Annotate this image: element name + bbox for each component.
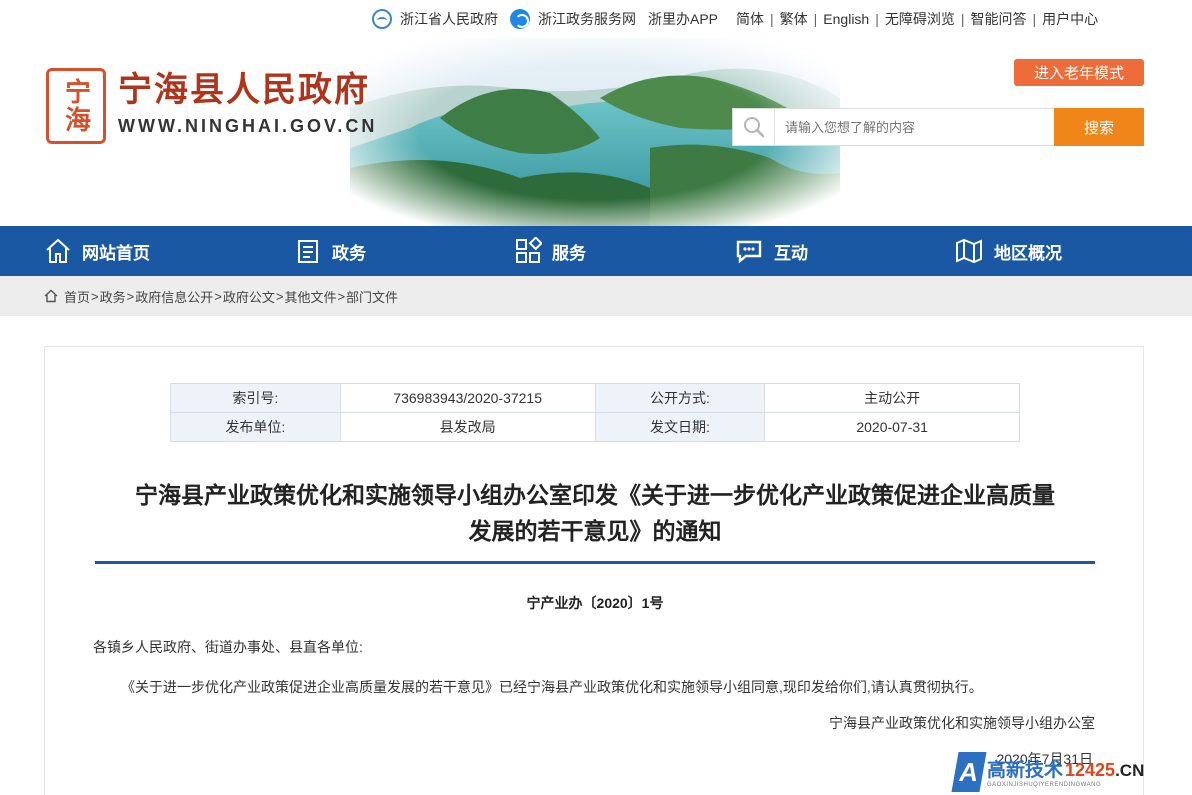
nav-item-label: 地区概况 — [994, 243, 1062, 263]
nav-item-label: 互动 — [774, 243, 808, 263]
meta-date-value: 2020-07-31 — [764, 412, 1020, 442]
breadcrumb-separator: > — [275, 288, 284, 304]
title-divider — [95, 561, 1095, 564]
watermark-logo: A 高新技术 12425 .CN GAOXINJISHUQIYERENDINGW… — [951, 748, 1192, 795]
accessible-browsing-link[interactable]: 无障碍浏览 — [885, 9, 955, 29]
home-icon — [44, 289, 58, 303]
nav-item-interaction[interactable]: 互动 — [734, 226, 808, 276]
simplified-chinese-link[interactable]: 简体 — [736, 9, 764, 29]
site-logo[interactable]: 宁海 宁海县人民政府 WWW.NINGHAI.GOV.CN — [46, 68, 377, 144]
separator: | — [770, 11, 774, 27]
nav-item-region[interactable]: 地区概况 — [954, 226, 1062, 276]
article-title: 宁海县产业政策优化和实施领导小组办公室印发《关于进一步优化产业政策促进企业高质量… — [85, 477, 1105, 549]
nav-item-government[interactable]: 政务 — [294, 226, 366, 276]
watermark-number: 12425 — [1065, 760, 1116, 780]
meta-index-label: 索引号: — [170, 383, 341, 413]
separator: | — [813, 11, 818, 27]
search-input[interactable] — [775, 119, 1035, 135]
meta-unit-label: 发布单位: — [170, 412, 341, 442]
nav-item-service[interactable]: 服务 — [514, 226, 586, 276]
breadcrumb: 首页 > 政务 > 政府信息公开 > 政府公文 > 其他文件 > 部门文件 — [44, 276, 398, 316]
zj-gov-link[interactable]: 浙江省人民政府 — [372, 9, 498, 29]
breadcrumb-bar: 首页 > 政务 > 政府信息公开 > 政府公文 > 其他文件 > 部门文件 — [0, 276, 1192, 316]
breadcrumb-item-documents[interactable]: 政府公文 — [223, 287, 275, 306]
article-title-line: 发展的若干意见》的通知 — [468, 518, 722, 544]
body-text: 《关于进一步优化产业政策促进企业高质量发展的若干意见》已经宁海县产业政策优化和实… — [121, 679, 983, 695]
main-nav: 网站首页 政务 服务 互动 地区概况 — [0, 226, 1192, 276]
zhejiang-service-icon — [510, 9, 530, 29]
meta-date-label: 发文日期: — [594, 412, 766, 442]
zj-gov-link-label: 浙江省人民政府 — [400, 11, 498, 27]
breadcrumb-item-info-disclosure[interactable]: 政府信息公开 — [135, 287, 213, 306]
elder-mode-button[interactable]: 进入老年模式 — [1014, 59, 1144, 86]
search-icon — [733, 109, 775, 145]
article-title-line: 宁海县产业政策优化和实施领导小组办公室印发《关于进一步优化产业政策促进企业高质量 — [135, 482, 1055, 508]
breadcrumb-item-other-files[interactable]: 其他文件 — [284, 287, 336, 306]
watermark-en: GAOXINJISHUQIYERENDINGWANG — [987, 782, 1102, 788]
zj-service-link[interactable]: 浙江政务服务网 — [510, 9, 636, 29]
nav-item-label: 政务 — [332, 243, 366, 263]
separator: | — [875, 11, 879, 27]
top-links-bar: 浙江省人民政府 浙江政务服务网 浙里办APP 简体 | 繁体 | English… — [372, 8, 1098, 30]
document-meta-table: 索引号: 736983943/2020-37215 公开方式: 主动公开 发布单… — [170, 383, 1020, 442]
nav-item-label: 服务 — [552, 243, 586, 263]
site-name: 宁海县人民政府 — [118, 70, 370, 110]
meta-open-value: 主动公开 — [764, 383, 1020, 413]
breadcrumb-separator: > — [337, 288, 346, 304]
watermark-letter-icon: A — [951, 751, 987, 792]
user-center-link[interactable]: 用户中心 — [1042, 9, 1098, 29]
recipients-text: 各镇乡人民政府、街道办事处、县直各单位: — [93, 639, 363, 655]
search-button[interactable]: 搜索 — [1054, 108, 1144, 146]
watermark-tld: .CN — [1115, 761, 1145, 780]
smart-qa-link[interactable]: 智能问答 — [971, 9, 1027, 29]
nav-item-home[interactable]: 网站首页 — [44, 226, 150, 276]
traditional-chinese-link[interactable]: 繁体 — [780, 9, 808, 29]
map-icon — [956, 238, 982, 264]
separator: | — [960, 11, 965, 27]
separator: | — [1032, 11, 1037, 27]
nav-item-label: 网站首页 — [82, 243, 150, 263]
logo-seal-icon: 宁海 — [46, 68, 106, 144]
home-icon — [46, 238, 70, 263]
chat-icon — [736, 240, 762, 264]
breadcrumb-item-home[interactable]: 首页 — [64, 287, 90, 306]
issuer-text: 宁海县产业政策优化和实施领导小组办公室 — [829, 715, 1095, 731]
meta-unit-value: 县发改局 — [339, 412, 596, 442]
utility-links: 简体 | 繁体 | English | 无障碍浏览 | 智能问答 | 用户中心 — [736, 9, 1098, 29]
zj-service-link-label: 浙江政务服务网 — [538, 11, 636, 27]
breadcrumb-separator: > — [91, 288, 99, 304]
watermark-cn: 高新技术 — [987, 760, 1064, 781]
meta-index-value: 736983943/2020-37215 — [339, 383, 596, 413]
breadcrumb-item-department-files[interactable]: 部门文件 — [346, 287, 398, 306]
document-icon — [298, 240, 318, 263]
grid-icon — [516, 237, 542, 263]
site-header: 浙江省人民政府 浙江政务服务网 浙里办APP 简体 | 繁体 | English… — [0, 0, 1192, 226]
meta-open-label: 公开方式: — [594, 383, 766, 413]
document-number: 宁产业办〔2020〕1号 — [526, 595, 664, 611]
zlb-app-link[interactable]: 浙里办APP — [648, 9, 718, 29]
search-bar: 搜索 — [732, 108, 1144, 146]
breadcrumb-separator: > — [126, 288, 135, 304]
breadcrumb-item-government[interactable]: 政务 — [100, 287, 126, 306]
site-domain: WWW.NINGHAI.GOV.CN — [118, 116, 378, 136]
search-box — [732, 108, 1054, 146]
zhejiang-gov-icon — [372, 9, 392, 29]
breadcrumb-separator: > — [214, 288, 222, 304]
english-link[interactable]: English — [823, 11, 869, 27]
article-card: 索引号: 736983943/2020-37215 公开方式: 主动公开 发布单… — [44, 346, 1144, 795]
